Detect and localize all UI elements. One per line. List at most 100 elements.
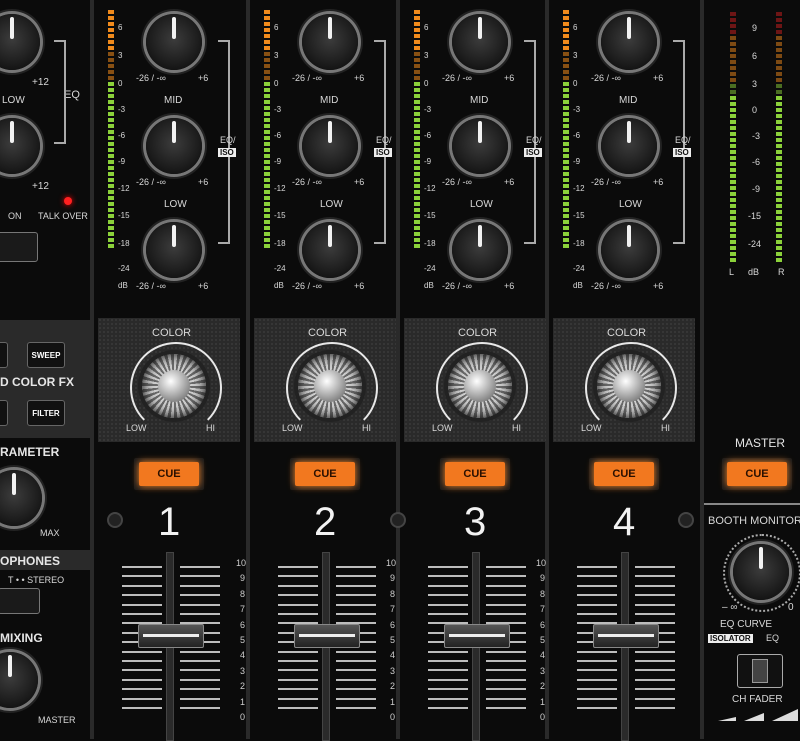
color-knob[interactable]	[298, 354, 362, 418]
meter-scale-label: -6	[573, 131, 581, 140]
channel-number: 3	[464, 500, 487, 544]
fx-button-bottom-left[interactable]	[0, 400, 8, 426]
eq-mid-knob[interactable]	[146, 118, 202, 174]
eq-low-knob-left[interactable]	[0, 118, 40, 174]
cue-button[interactable]: CUE	[134, 458, 204, 490]
master-meter-scale-label: -24	[748, 239, 762, 249]
fader-scale-number: 3	[540, 665, 546, 676]
fader-scale-number: 2	[390, 681, 396, 692]
low-label: LOW	[320, 199, 343, 210]
fader-scale-line	[278, 688, 318, 691]
eq-low-knob[interactable]	[302, 222, 358, 278]
mid-label: MID	[320, 95, 339, 106]
master-small-label: MASTER	[38, 715, 76, 725]
fader-scale-line	[180, 678, 220, 681]
isolator-label: ISOLATOR	[708, 634, 753, 643]
eq-low-knob[interactable]	[601, 222, 657, 278]
cue-button[interactable]: CUE	[589, 458, 659, 490]
fader-scale-line	[180, 688, 220, 691]
knob-plus-label: +6	[354, 281, 365, 291]
meter-scale-label: 6	[274, 23, 279, 32]
fader-scale-line	[635, 688, 675, 691]
fader-scale-line	[278, 566, 318, 568]
fader-scale-line	[180, 594, 220, 597]
fader-curve-icons	[718, 709, 798, 721]
filter-button[interactable]: FILTER	[27, 400, 65, 426]
fader-scale-number: 8	[390, 588, 396, 599]
eq-mid-knob[interactable]	[601, 118, 657, 174]
fader-scale-line	[278, 697, 318, 700]
color-low-label: LOW	[126, 423, 147, 433]
fader-scale-number: 2	[540, 681, 546, 692]
iso-label: ISO	[218, 148, 236, 157]
parameter-knob[interactable]	[0, 470, 42, 526]
fader-scale-number: 9	[390, 573, 396, 584]
eq-hi-knob[interactable]	[452, 14, 508, 70]
eq-hi-knob-left[interactable]	[0, 14, 40, 70]
knob-range-label: -26 / -∞	[442, 73, 472, 83]
eq-low-knob[interactable]	[146, 222, 202, 278]
fader-scale-line	[180, 566, 220, 568]
master-cue-button[interactable]: CUE	[722, 458, 792, 490]
meter-scale-label: dB	[118, 281, 128, 290]
color-hi-label: HI	[512, 423, 521, 433]
knob-plus-label: +6	[354, 177, 365, 187]
fader-scale-number: 0	[540, 712, 546, 722]
knob-range-label: -26 / -∞	[136, 177, 166, 187]
master-meter-scale-label: -15	[748, 211, 762, 221]
fader-scale-number: 0	[390, 712, 396, 722]
cue-button[interactable]: CUE	[290, 458, 360, 490]
meter-scale-label: -3	[118, 105, 126, 114]
eq-low-knob[interactable]	[452, 222, 508, 278]
screw	[678, 512, 694, 528]
knob-range-label: -26 / -∞	[292, 177, 322, 187]
fader-scale-number: 5	[540, 635, 546, 645]
booth-monitor-knob[interactable]	[733, 544, 789, 600]
fader-scale-line	[180, 575, 220, 578]
eq-mid-knob[interactable]	[302, 118, 358, 174]
fader-scale-number: 4	[390, 650, 396, 661]
eq-mid-knob[interactable]	[452, 118, 508, 174]
color-hi-label: HI	[661, 423, 670, 433]
mic-switch[interactable]	[0, 232, 38, 262]
meter-scale-label: -9	[573, 157, 581, 166]
meter-scale-label: -9	[118, 157, 126, 166]
knob-range-label: -26 / -∞	[591, 281, 621, 291]
headphones-switch[interactable]	[0, 588, 40, 614]
master-meter-right	[776, 12, 782, 264]
channel-fader-knob[interactable]	[593, 624, 659, 648]
mixing-knob[interactable]	[0, 652, 38, 708]
eq-curve-switch[interactable]	[737, 654, 783, 688]
fader-scale-line	[180, 603, 220, 606]
fader-scale-line	[180, 660, 220, 662]
channel-fader-knob[interactable]	[294, 624, 360, 648]
master-meter-scale-label: 6	[752, 51, 758, 61]
fader-scale-line	[336, 688, 376, 691]
meter-scale-label: -3	[424, 105, 432, 114]
fader-scale-line	[180, 669, 220, 672]
eq-hi-knob[interactable]	[601, 14, 657, 70]
eq-hi-knob[interactable]	[146, 14, 202, 70]
sweep-button[interactable]: SWEEP	[27, 342, 65, 368]
channel-fader-knob[interactable]	[444, 624, 510, 648]
meter-scale-label: -18	[573, 239, 585, 248]
fader-scale-number: 10	[386, 558, 397, 568]
fader-scale-line	[278, 678, 318, 681]
knob-plus-label: +6	[653, 177, 664, 187]
cue-button[interactable]: CUE	[440, 458, 510, 490]
color-knob[interactable]	[142, 354, 206, 418]
color-knob[interactable]	[448, 354, 512, 418]
fader-scale-line	[577, 613, 617, 615]
fader-scale-line	[122, 669, 162, 672]
color-knob[interactable]	[597, 354, 661, 418]
fader-scale-number: 1	[390, 696, 396, 707]
level-meter	[108, 10, 114, 250]
fader-scale-line	[336, 575, 376, 578]
low-label: LOW	[164, 199, 187, 210]
fx-button-top-left[interactable]	[0, 342, 8, 368]
knob-plus-label: +6	[354, 73, 365, 83]
fader-scale-line	[428, 688, 468, 691]
eq-hi-knob[interactable]	[302, 14, 358, 70]
knob-range-label: -26 / -∞	[136, 281, 166, 291]
channel-fader-knob[interactable]	[138, 624, 204, 648]
